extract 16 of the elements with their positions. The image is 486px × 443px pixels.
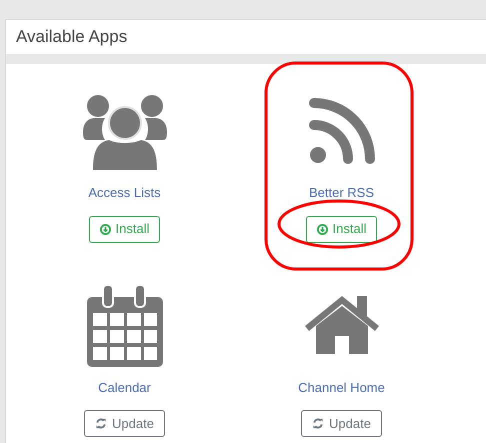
panel-title: Available Apps (16, 26, 128, 48)
refresh-icon (312, 418, 324, 429)
house-icon (304, 296, 378, 356)
install-button[interactable]: Install (306, 216, 378, 242)
calendar-icon (86, 284, 162, 366)
app-name-link[interactable]: Better RSS (308, 183, 374, 202)
app-name-link[interactable]: Calendar (98, 378, 151, 397)
update-button[interactable]: Update (84, 410, 165, 437)
download-icon (100, 224, 111, 234)
download-icon (316, 224, 328, 234)
app-name-link[interactable]: Channel Home (298, 378, 385, 397)
rss-icon (308, 98, 374, 164)
update-button[interactable]: Update (301, 410, 382, 437)
install-button[interactable]: Install (88, 216, 160, 242)
refresh-icon (95, 418, 108, 429)
app-name-link[interactable]: Access Lists (88, 183, 161, 202)
